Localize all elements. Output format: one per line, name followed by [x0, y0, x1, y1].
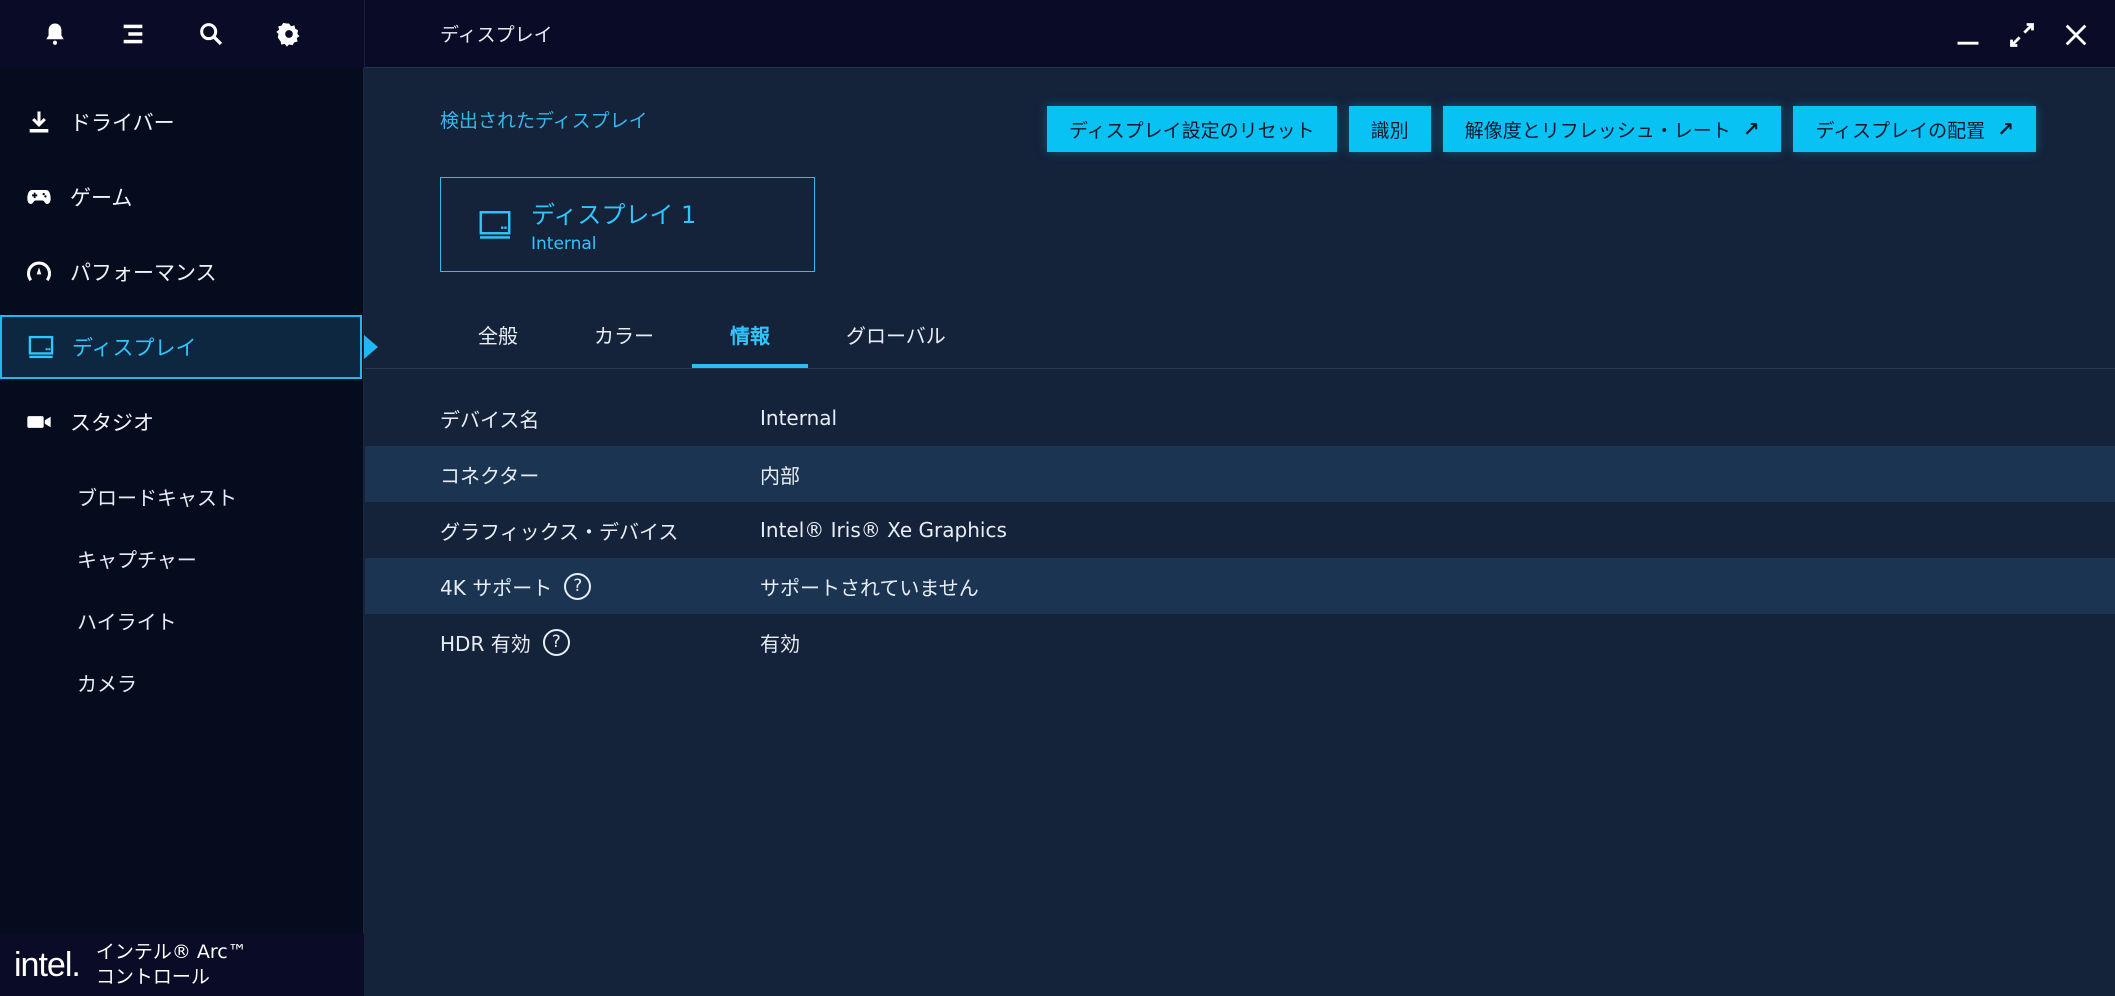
tab-divider	[365, 368, 2115, 369]
info-table: デバイス名 Internal コネクター 内部 グラフィックス・デバイス Int…	[365, 390, 2115, 670]
sidebar-item-label: スタジオ	[70, 411, 154, 435]
tab-info[interactable]: 情報	[692, 300, 808, 368]
download-icon	[24, 107, 54, 137]
button-label: ディスプレイ設定のリセット	[1069, 119, 1315, 142]
sidebar-nav: ドライバー ゲーム パフォーマンス ディスプレイ スタジオ ブロードキャスト キ…	[0, 90, 364, 713]
tab-general[interactable]: 全般	[440, 300, 556, 368]
title-bar: ディスプレイ	[365, 0, 2115, 68]
display-name: ディスプレイ 1	[531, 201, 697, 229]
gauge-icon	[24, 257, 54, 287]
info-value: 内部	[760, 463, 800, 488]
sidebar-item-display[interactable]: ディスプレイ	[0, 315, 362, 379]
identify-button[interactable]: 識別	[1348, 106, 1431, 152]
info-value: サポートされていません	[760, 575, 979, 600]
info-row-4k-support: 4K サポート ? サポートされていません	[365, 558, 2115, 614]
display-card-text: ディスプレイ 1 Internal	[531, 195, 696, 254]
info-value: 有効	[760, 631, 800, 656]
info-key: デバイス名	[440, 407, 540, 432]
info-row-connector: コネクター 内部	[365, 446, 2115, 502]
sidebar: ドライバー ゲーム パフォーマンス ディスプレイ スタジオ ブロードキャスト キ…	[0, 0, 364, 996]
maximize-icon[interactable]	[2007, 20, 2037, 50]
sidebar-subitem-broadcast[interactable]: ブロードキャスト	[0, 465, 364, 527]
brand-line-2: コントロール	[95, 966, 210, 988]
external-link-icon: ↗	[1742, 117, 1760, 141]
sidebar-item-label: ゲーム	[70, 186, 133, 210]
info-key: コネクター	[440, 463, 540, 488]
sidebar-item-driver[interactable]: ドライバー	[0, 90, 364, 154]
help-icon[interactable]: ?	[542, 628, 570, 656]
brand: intel. インテル® Arc™ コントロール	[0, 934, 364, 996]
gear-icon[interactable]	[274, 19, 304, 49]
info-row-device-name: デバイス名 Internal	[365, 390, 2115, 446]
detected-displays-label: 検出されたディスプレイ	[440, 110, 648, 132]
sidebar-subitem-capture[interactable]: キャプチャー	[0, 527, 364, 589]
brand-name: インテル® Arc™ コントロール	[96, 940, 247, 989]
info-key: グラフィックス・デバイス	[440, 519, 679, 544]
info-key-cell: HDR 有効 ?	[365, 628, 760, 657]
resolution-refresh-button[interactable]: 解像度とリフレッシュ・レート ↗	[1442, 106, 1782, 152]
sidebar-subitem-highlights[interactable]: ハイライト	[0, 589, 364, 651]
info-row-hdr: HDR 有効 ? 有効	[365, 614, 2115, 670]
sidebar-subitem-camera[interactable]: カメラ	[0, 651, 364, 713]
gamepad-icon	[24, 182, 54, 212]
display-card[interactable]: ディスプレイ 1 Internal	[440, 177, 815, 272]
button-label: ディスプレイの配置	[1815, 119, 1986, 142]
sidebar-toolbar	[0, 0, 364, 68]
brand-line-1: インテル® Arc™	[95, 941, 247, 964]
search-icon[interactable]	[196, 19, 226, 49]
external-link-icon: ↗	[1997, 117, 2014, 141]
menu-icon[interactable]	[118, 19, 148, 49]
tab-global[interactable]: グローバル	[808, 300, 984, 368]
bell-icon[interactable]	[40, 19, 70, 49]
info-key: 4K サポート	[440, 575, 553, 600]
sidebar-item-label: ドライバー	[70, 111, 175, 135]
info-value: Internal	[760, 406, 838, 430]
sidebar-item-games[interactable]: ゲーム	[0, 165, 364, 229]
studio-subnav: ブロードキャスト キャプチャー ハイライト カメラ	[0, 465, 364, 713]
info-value: Intel® Iris® Xe Graphics	[760, 518, 1007, 542]
reset-display-settings-button[interactable]: ディスプレイ設定のリセット	[1047, 106, 1337, 152]
button-label: 識別	[1370, 119, 1409, 142]
info-row-graphics-device: グラフィックス・デバイス Intel® Iris® Xe Graphics	[365, 502, 2115, 558]
monitor-icon	[479, 210, 511, 239]
sidebar-item-label: パフォーマンス	[70, 261, 217, 285]
close-icon[interactable]	[2061, 20, 2091, 50]
intel-logo: intel.	[14, 945, 81, 984]
monitor-icon	[26, 332, 56, 362]
window-controls	[1953, 20, 2091, 50]
sidebar-item-performance[interactable]: パフォーマンス	[0, 240, 364, 304]
button-label: 解像度とリフレッシュ・レート	[1464, 119, 1731, 142]
action-buttons: ディスプレイ設定のリセット 識別 解像度とリフレッシュ・レート ↗ ディスプレイ…	[1047, 106, 2036, 152]
sidebar-item-label: ディスプレイ	[72, 336, 197, 360]
camera-video-icon	[24, 407, 54, 437]
minimize-icon[interactable]	[1953, 20, 1983, 50]
display-arrangement-button[interactable]: ディスプレイの配置 ↗	[1793, 106, 2036, 152]
sidebar-item-studio[interactable]: スタジオ	[0, 390, 364, 454]
page-title: ディスプレイ	[440, 24, 553, 46]
tab-color[interactable]: カラー	[556, 300, 692, 368]
display-type: Internal	[531, 234, 597, 254]
help-icon[interactable]: ?	[564, 572, 592, 600]
info-key: HDR 有効	[440, 631, 531, 656]
display-tabs: 全般 カラー 情報 グローバル	[440, 300, 984, 368]
info-key-cell: 4K サポート ?	[365, 572, 760, 601]
